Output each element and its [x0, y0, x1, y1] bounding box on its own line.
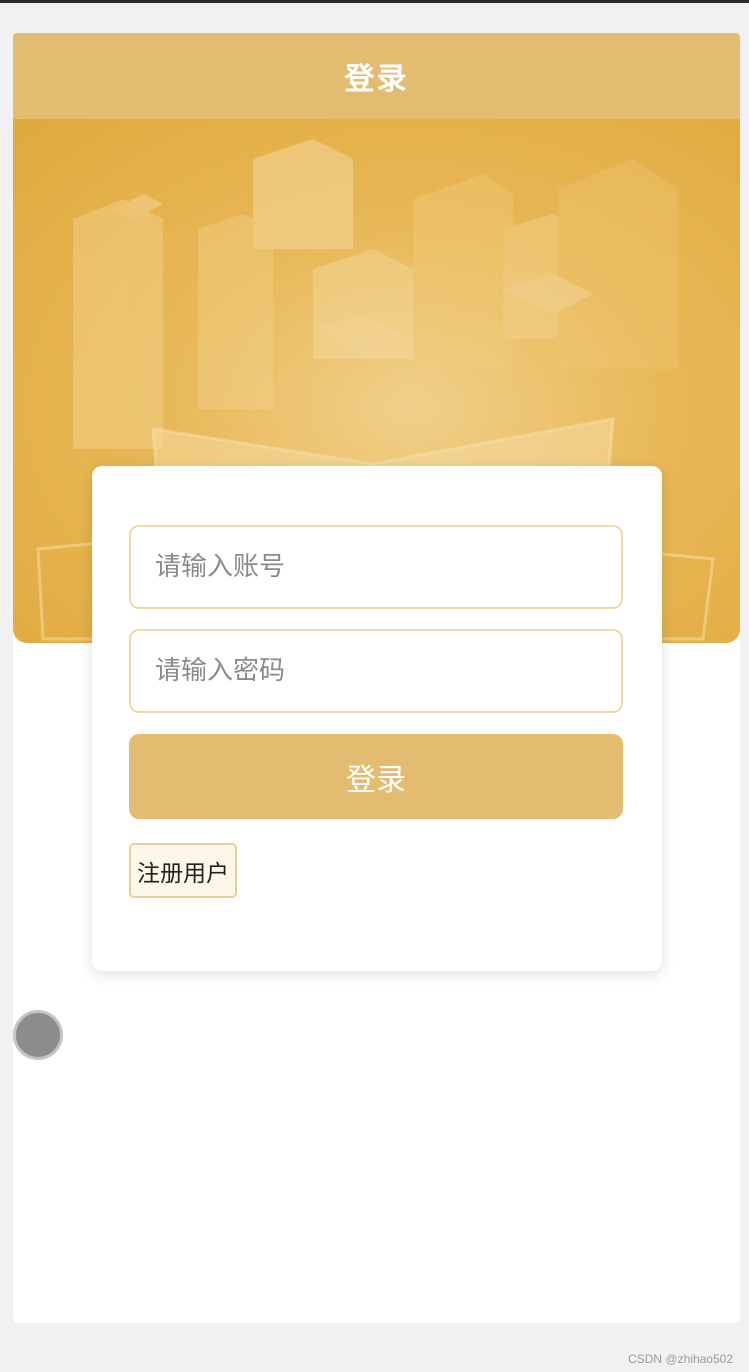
nav-header: 登录: [13, 33, 740, 119]
password-input[interactable]: [155, 631, 621, 711]
watermark: CSDN @zhihao502: [628, 1352, 733, 1366]
app-screen: 登录 请输入账号 登录 注册用户: [13, 33, 740, 1323]
register-button[interactable]: 注册用户: [129, 843, 237, 898]
password-field[interactable]: [129, 629, 623, 713]
login-button[interactable]: 登录: [129, 734, 623, 819]
floating-assistive-button[interactable]: [13, 1010, 63, 1060]
window-top-border: [0, 0, 749, 3]
account-field[interactable]: [129, 525, 623, 609]
account-input[interactable]: [155, 527, 621, 607]
page-title: 登录: [344, 62, 409, 97]
login-card: 登录 注册用户: [92, 466, 662, 971]
